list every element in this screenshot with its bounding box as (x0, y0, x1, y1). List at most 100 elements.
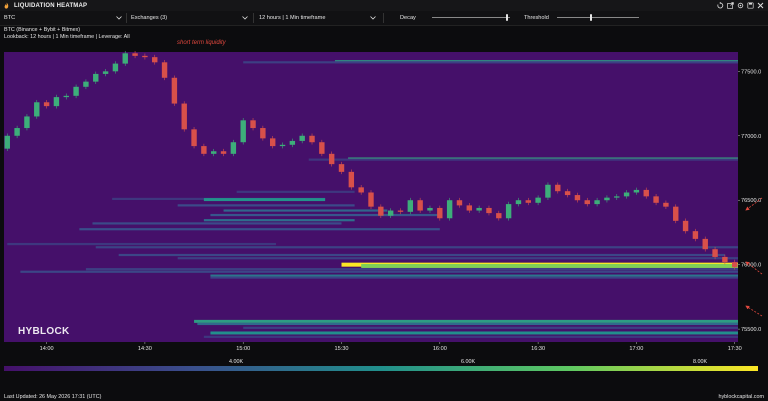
candle-body (161, 62, 168, 78)
threshold-slider-thumb[interactable] (589, 14, 592, 21)
candle-body (328, 153, 335, 165)
candle-body (191, 129, 197, 147)
y-tick-label: 76000.0 (741, 263, 761, 269)
y-tick-label: 77000.0 (741, 134, 761, 140)
colorbar-ticks: 4.00K 6.00K 8.00K (229, 359, 707, 365)
restore-icon[interactable] (717, 2, 724, 9)
liquidity-band (210, 274, 738, 277)
liquidity-band (210, 276, 738, 279)
chevron-down-icon (370, 13, 376, 23)
threshold-slider[interactable] (557, 14, 639, 21)
candle-body (604, 197, 610, 201)
timeframe-select[interactable]: 12 hours | 1 Min timeframe (259, 13, 376, 23)
liquidity-band (194, 319, 738, 323)
candle-body (34, 102, 40, 117)
y-tick-label: 77500.0 (741, 69, 761, 75)
colorbar-tick-label: 8.00K (693, 359, 707, 365)
fire-icon (3, 2, 10, 9)
candle-body (73, 86, 79, 96)
candle-body (220, 151, 227, 154)
chart-info: BTC (Binance + Bybit + Bitmex) Lookback:… (4, 27, 130, 41)
liquidity-band (7, 242, 276, 246)
liquidity-band (243, 326, 738, 329)
candle-body (535, 197, 541, 203)
candle-body (437, 207, 443, 219)
x-tick-label: 17:30 (728, 346, 742, 352)
liquidity-band (177, 257, 738, 260)
candle-body (14, 128, 20, 136)
candle-body (574, 195, 581, 201)
candle-body (269, 138, 276, 147)
candle-body (338, 164, 345, 172)
candle-body (545, 184, 551, 198)
x-tick-label: 14:00 (40, 346, 54, 352)
save-icon[interactable] (747, 2, 754, 9)
colorbar (4, 366, 758, 371)
popout-icon[interactable] (727, 2, 734, 9)
candle-body (289, 140, 296, 145)
liquidity-band (79, 228, 440, 231)
liquidity-band (203, 219, 355, 222)
liquidity-band (92, 222, 342, 225)
candle-body (319, 142, 325, 154)
candle-body (407, 200, 414, 212)
short-term-liquidity-annotation: short term liquidity (177, 40, 226, 46)
close-icon[interactable] (757, 2, 764, 9)
candle-body (456, 200, 463, 206)
candle-body (643, 189, 649, 197)
candle-body (702, 238, 708, 250)
candle-body (427, 207, 433, 211)
candle-body (171, 77, 178, 104)
candle-body (673, 206, 679, 221)
chevron-down-icon (116, 13, 122, 23)
liquidity-band (308, 158, 738, 161)
candle-body (102, 71, 109, 74)
candle-body (505, 204, 512, 219)
symbol-value: BTC (4, 15, 16, 21)
liquidation-heatmap-chart: 77500.077000.076500.076000.075500.0 14:0… (4, 50, 763, 371)
annotation-arrow (745, 305, 763, 317)
candle-body (486, 207, 492, 214)
candle-body (387, 210, 394, 216)
site-link[interactable]: hyblockcapital.com (718, 394, 764, 400)
candle-body (43, 102, 50, 107)
candle-body (132, 53, 138, 56)
toolbar: BTC Exchanges (3) 12 hours | 1 Min timef… (0, 11, 768, 26)
decay-slider-thumb[interactable] (506, 14, 509, 21)
x-tick-label: 15:30 (335, 346, 349, 352)
title-bar: LIQUIDATION HEATMAP (0, 0, 768, 11)
candle-body (682, 220, 689, 232)
decay-slider[interactable] (432, 14, 510, 21)
candle-body (279, 144, 286, 147)
symbol-select[interactable]: BTC (4, 13, 122, 23)
candle-body (368, 192, 374, 207)
exchanges-value: Exchanges (3) (131, 15, 168, 21)
candle-body (417, 200, 423, 211)
candle-body (712, 249, 718, 257)
liquidity-band (223, 209, 388, 212)
chart-info-line1: BTC (Binance + Bybit + Bitmex) (4, 27, 81, 33)
colorbar-tick-label: 4.00K (229, 359, 243, 365)
candle-body (476, 207, 482, 211)
candle-body (348, 171, 355, 188)
settings-icon[interactable] (737, 2, 744, 9)
hyblock-watermark: HYBLOCK (18, 326, 70, 337)
candle-body (446, 200, 453, 219)
candle-body (378, 206, 384, 216)
liquidity-band (243, 61, 738, 64)
candle-body (112, 63, 119, 72)
candle-body (732, 262, 738, 268)
liquidity-band (210, 331, 738, 335)
toolbar-divider (253, 13, 254, 23)
candle-body (53, 97, 60, 107)
candle-body (614, 196, 620, 198)
candle-body (594, 200, 600, 205)
toolbar-divider (383, 13, 384, 23)
candle-body (211, 151, 217, 154)
exchanges-select[interactable]: Exchanges (3) (131, 13, 248, 23)
window-controls (717, 2, 764, 9)
candle-body (152, 57, 158, 63)
liquidity-band (361, 263, 738, 268)
x-tick-label: 16:00 (433, 346, 447, 352)
threshold-label: Threshold (524, 15, 549, 21)
